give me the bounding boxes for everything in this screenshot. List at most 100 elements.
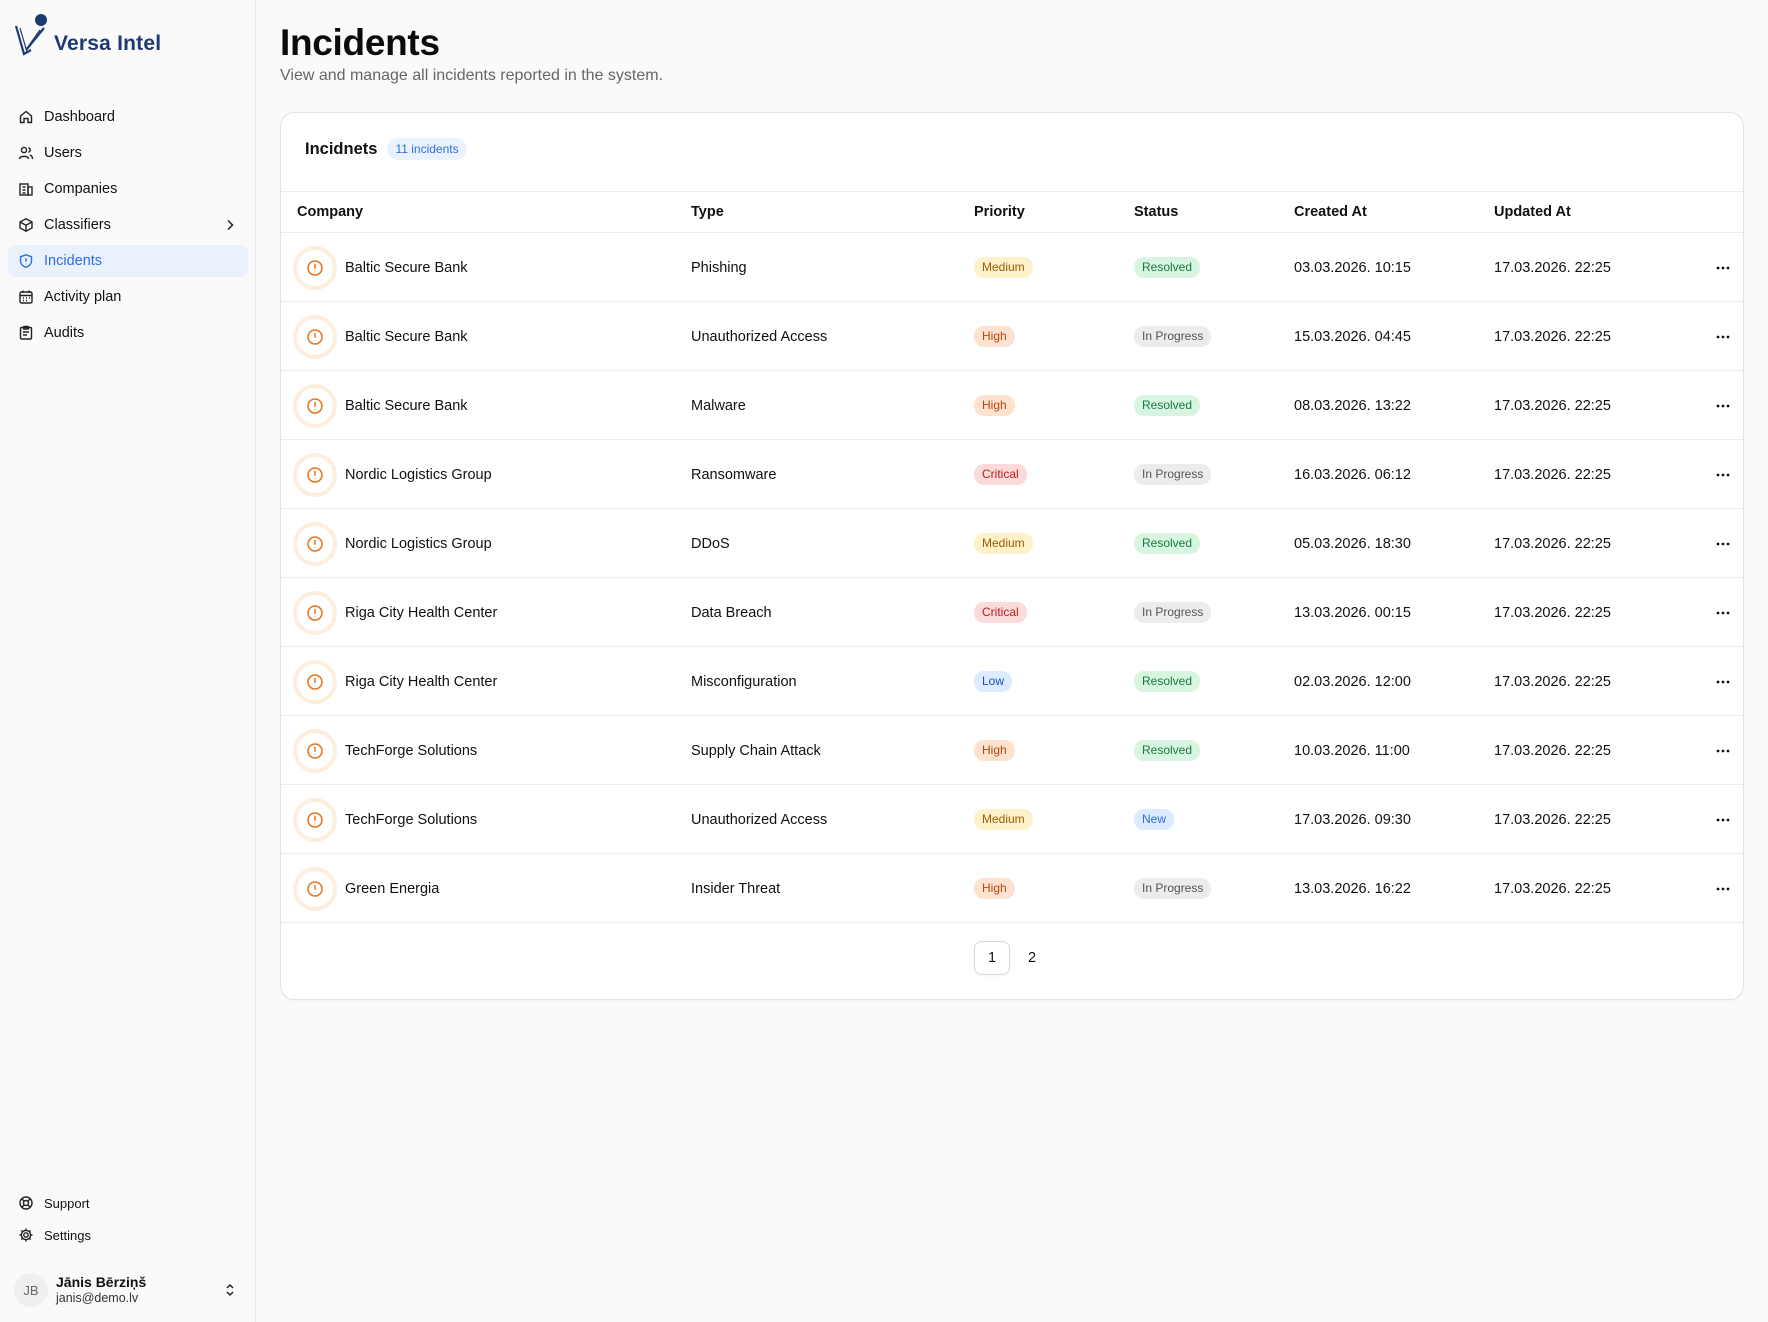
company-name: Riga City Health Center: [345, 604, 498, 621]
user-info: Jānis Bērziņš janis@demo.lv: [56, 1274, 146, 1306]
sidebar-bottom-nav: Support Settings: [8, 1189, 248, 1253]
column-header-status[interactable]: Status: [1134, 204, 1178, 220]
pagination: 1 2: [281, 941, 1743, 975]
updated-at: 17.03.2026. 22:25: [1494, 604, 1611, 621]
more-horizontal-icon[interactable]: [1711, 670, 1735, 694]
brand-logo[interactable]: Versa Intel: [14, 14, 161, 58]
card-title: Incidnets: [305, 139, 378, 158]
avatar: JB: [14, 1273, 48, 1307]
sidebar-item-label: Support: [44, 1195, 90, 1211]
calendar-icon: [18, 289, 34, 305]
updated-at: 17.03.2026. 22:25: [1494, 259, 1611, 276]
home-icon: [18, 109, 34, 125]
table-row[interactable]: Baltic Secure Bank Phishing Medium Resolved…: [281, 233, 1743, 302]
sidebar-item-activity-plan[interactable]: Activity plan: [8, 281, 248, 313]
page-button-1[interactable]: 1: [974, 941, 1010, 975]
column-header-created-at[interactable]: Created At: [1294, 204, 1367, 220]
company-cell: TechForge Solutions: [293, 716, 477, 785]
column-header-updated-at[interactable]: Updated At: [1494, 204, 1571, 220]
sidebar-item-label: Audits: [44, 325, 85, 341]
more-horizontal-icon[interactable]: [1711, 877, 1735, 901]
column-header-priority[interactable]: Priority: [974, 204, 1025, 220]
created-at-cell: 17.03.2026. 09:30: [1294, 785, 1411, 854]
table-row[interactable]: Riga City Health Center Data Breach Critic…: [281, 578, 1743, 647]
updated-at: 17.03.2026. 22:25: [1494, 328, 1611, 345]
sidebar-item-label: Activity plan: [44, 289, 122, 305]
company-name: Nordic Logistics Group: [345, 466, 492, 483]
sidebar-item-label: Incidents: [44, 253, 103, 269]
status-badge: In Progress: [1134, 878, 1212, 899]
incident-type: Unauthorized Access: [691, 811, 828, 828]
created-at-cell: 13.03.2026. 16:22: [1294, 854, 1411, 923]
alert-circle-icon: [293, 659, 337, 704]
company-name: Nordic Logistics Group: [345, 535, 492, 552]
updated-at: 17.03.2026. 22:25: [1494, 466, 1611, 483]
more-horizontal-icon[interactable]: [1711, 601, 1735, 625]
incidents-table: Company Type Priority Status Created At …: [281, 191, 1743, 923]
table-row[interactable]: Green Energia Insider Threat High In Progre…: [281, 854, 1743, 923]
column-header-type[interactable]: Type: [691, 204, 724, 220]
priority-badge: Low: [974, 671, 1013, 692]
more-horizontal-icon[interactable]: [1711, 394, 1735, 418]
sidebar-item-dashboard[interactable]: Dashboard: [8, 101, 248, 133]
row-actions-cell: [1711, 578, 1735, 647]
incident-type: Data Breach: [691, 604, 772, 621]
sidebar-item-settings[interactable]: Settings: [8, 1221, 248, 1249]
sidebar-item-audits[interactable]: Audits: [8, 317, 248, 349]
user-menu[interactable]: JB Jānis Bērziņš janis@demo.lv: [8, 1270, 248, 1310]
type-cell: Unauthorized Access: [691, 302, 827, 371]
status-badge: Resolved: [1134, 671, 1201, 692]
table-row[interactable]: TechForge Solutions Supply Chain Attack Hi…: [281, 716, 1743, 785]
priority-badge: High: [974, 395, 1015, 416]
alert-circle-icon: [293, 245, 337, 290]
updated-at-cell: 17.03.2026. 22:25: [1494, 785, 1611, 854]
created-at-cell: 02.03.2026. 12:00: [1294, 647, 1411, 716]
more-horizontal-icon[interactable]: [1711, 463, 1735, 487]
column-header-company[interactable]: Company: [297, 204, 363, 220]
created-at-cell: 15.03.2026. 04:45: [1294, 302, 1411, 371]
priority-badge: Critical: [974, 464, 1027, 485]
table-header: Company Type Priority Status Created At …: [281, 191, 1743, 233]
incidents-card: Incidnets 11 incidents Company Type Prio…: [280, 112, 1744, 1000]
more-horizontal-icon[interactable]: [1711, 256, 1735, 280]
sidebar-item-companies[interactable]: Companies: [8, 173, 248, 205]
page-button-2[interactable]: 2: [1014, 941, 1050, 975]
table-row[interactable]: Baltic Secure Bank Malware High Resolved 08.…: [281, 371, 1743, 440]
table-row[interactable]: Nordic Logistics Group Ransomware Critical…: [281, 440, 1743, 509]
priority-cell: Medium: [974, 785, 1033, 854]
priority-badge: High: [974, 326, 1015, 347]
company-name: TechForge Solutions: [345, 811, 478, 828]
company-cell: Baltic Secure Bank: [293, 302, 468, 371]
count-badge: 11 incidents: [387, 138, 467, 160]
table-row[interactable]: Baltic Secure Bank Unauthorized Access Hig…: [281, 302, 1743, 371]
priority-badge: Medium: [974, 809, 1033, 830]
sidebar-item-label: Users: [44, 145, 82, 161]
table-row[interactable]: Riga City Health Center Misconfiguration L…: [281, 647, 1743, 716]
more-horizontal-icon[interactable]: [1711, 739, 1735, 763]
company-cell: Baltic Secure Bank: [293, 233, 468, 302]
more-horizontal-icon[interactable]: [1711, 532, 1735, 556]
incident-type: DDoS: [691, 535, 730, 552]
company-name: Riga City Health Center: [345, 673, 498, 690]
updated-at-cell: 17.03.2026. 22:25: [1494, 233, 1611, 302]
status-cell: Resolved: [1134, 371, 1201, 440]
sidebar-item-users[interactable]: Users: [8, 137, 248, 169]
created-at-cell: 10.03.2026. 11:00: [1294, 716, 1410, 785]
type-cell: Unauthorized Access: [691, 785, 827, 854]
gear-icon: [18, 1227, 34, 1243]
page-subtitle: View and manage all incidents reported i…: [280, 67, 664, 84]
status-cell: Resolved: [1134, 509, 1201, 578]
status-badge: In Progress: [1134, 602, 1212, 623]
more-horizontal-icon[interactable]: [1711, 325, 1735, 349]
status-cell: In Progress: [1134, 854, 1212, 923]
table-row[interactable]: TechForge Solutions Unauthorized Access Me…: [281, 785, 1743, 854]
sidebar-item-classifiers[interactable]: Classifiers: [8, 209, 248, 241]
more-horizontal-icon[interactable]: [1711, 808, 1735, 832]
sidebar-item-support[interactable]: Support: [8, 1189, 248, 1217]
versa-logo-icon: [14, 14, 47, 56]
created-at-cell: 13.03.2026. 00:15: [1294, 578, 1411, 647]
table-row[interactable]: Nordic Logistics Group DDoS Medium Resolved…: [281, 509, 1743, 578]
priority-badge: Medium: [974, 257, 1033, 278]
sidebar-item-incidents[interactable]: Incidents: [8, 245, 248, 277]
priority-cell: High: [974, 302, 1015, 371]
